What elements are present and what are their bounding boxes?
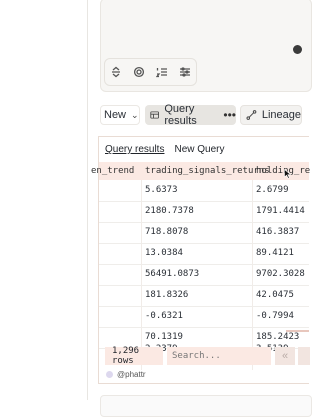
column-header[interactable]: trading_signals_returns bbox=[145, 166, 270, 176]
table-row[interactable]: 181.8326 42.0475 bbox=[99, 285, 309, 307]
table-cell: -0.7994 bbox=[256, 311, 294, 321]
table-cell: 718.8078 bbox=[145, 227, 189, 237]
expand-collapse-icon[interactable] bbox=[105, 59, 127, 85]
gear-icon[interactable] bbox=[127, 59, 150, 85]
table-cell: 416.3837 bbox=[256, 227, 300, 237]
tab-query-results[interactable]: Query results bbox=[105, 144, 164, 155]
lineage-icon bbox=[246, 110, 257, 120]
numbered-list-icon[interactable] bbox=[150, 59, 173, 85]
tab-new-query[interactable]: New Query bbox=[174, 144, 224, 155]
table-header: en_trend trading_signals_returns holding… bbox=[91, 162, 310, 180]
new-dropdown-button[interactable]: New ⌄ bbox=[100, 105, 140, 125]
table-cell: 89.4121 bbox=[256, 248, 294, 258]
table-cell: 56491.0873 bbox=[145, 269, 200, 279]
search-input[interactable] bbox=[167, 347, 271, 365]
lineage-label: Lineage bbox=[261, 109, 301, 121]
author-credit: @phattr bbox=[106, 370, 146, 379]
table-footer: 1,296 rows « bbox=[105, 346, 310, 366]
table-cell: 1791.4414 bbox=[256, 206, 305, 216]
query-results-label: Query results bbox=[164, 103, 197, 127]
query-results-button[interactable]: Query results ••• bbox=[145, 103, 236, 127]
table-row[interactable]: 13.0384 89.4121 bbox=[99, 243, 309, 265]
table-row[interactable]: -0.6321 -0.7994 bbox=[99, 306, 309, 328]
next-cell-card[interactable] bbox=[100, 395, 312, 417]
table-cell: 42.0475 bbox=[256, 290, 294, 300]
table-icon bbox=[150, 111, 160, 119]
table-cell: 5.6373 bbox=[145, 185, 178, 195]
credit-label: @phattr bbox=[117, 370, 146, 379]
lineage-button[interactable]: Lineage bbox=[240, 105, 302, 125]
table-cell: 2180.7378 bbox=[145, 206, 194, 216]
left-gutter bbox=[0, 0, 88, 400]
sliders-icon[interactable] bbox=[173, 59, 196, 85]
table-row[interactable]: 718.8078 416.3837 bbox=[99, 222, 309, 244]
table-cell: 13.0384 bbox=[145, 248, 183, 258]
row-count: 1,296 rows bbox=[105, 346, 163, 366]
table-cell: 181.8326 bbox=[145, 290, 189, 300]
more-options-icon[interactable]: ••• bbox=[223, 108, 236, 122]
table-row[interactable]: 2180.7378 1791.4414 bbox=[99, 201, 309, 223]
table-row[interactable]: 5.6373 2.6799 bbox=[99, 180, 309, 202]
editor-toolbar bbox=[104, 58, 197, 86]
column-header[interactable]: en_trend bbox=[91, 166, 134, 176]
next-page-button[interactable] bbox=[298, 347, 310, 365]
chevron-down-icon: ⌄ bbox=[131, 109, 139, 120]
table-cell: 185.2423 bbox=[256, 332, 300, 342]
new-label: New bbox=[104, 109, 127, 121]
avatar bbox=[106, 371, 113, 378]
table-cell: 2.6799 bbox=[256, 185, 289, 195]
table-cell: 9702.3028 bbox=[256, 269, 305, 279]
table-cell: 70.1319 bbox=[145, 332, 183, 342]
results-tabs: Query results New Query bbox=[105, 144, 224, 155]
results-panel: Query results New Query en_trend trading… bbox=[91, 136, 310, 384]
table-row[interactable]: 56491.0873 9702.3028 bbox=[99, 264, 309, 286]
scroll-handle[interactable] bbox=[293, 45, 302, 54]
table-cell: -0.6321 bbox=[145, 311, 183, 321]
previous-page-button[interactable]: « bbox=[275, 347, 295, 365]
horizontal-scrollbar[interactable] bbox=[286, 330, 309, 332]
mouse-cursor-icon bbox=[284, 169, 292, 179]
